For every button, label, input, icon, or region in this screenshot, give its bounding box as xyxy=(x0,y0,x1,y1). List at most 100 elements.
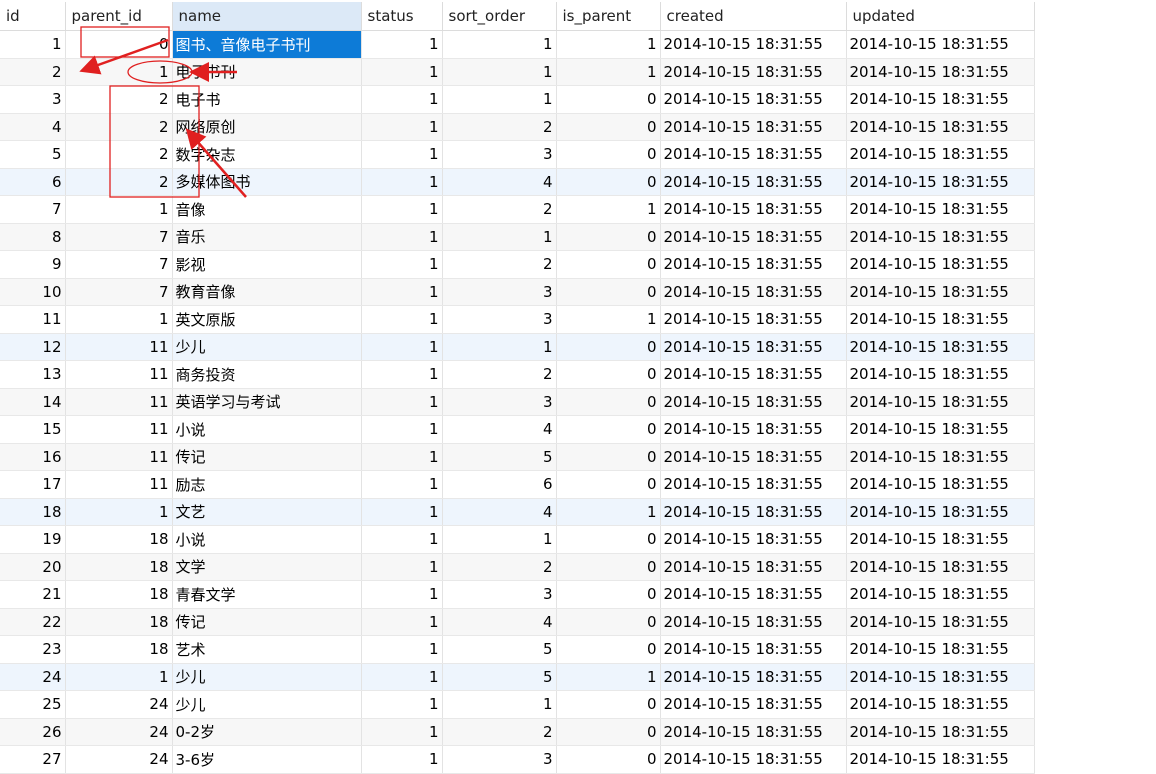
cell-name[interactable]: 文艺 xyxy=(172,498,362,526)
table-row[interactable]: 21 18 青春文学 1 3 0 2014-10-15 18:31:55 2014-10-15… xyxy=(0,580,1035,609)
column-header-sort-order[interactable]: sort_order xyxy=(442,2,557,31)
table-row[interactable]: 23 18 艺术 1 5 0 2014-10-15 18:31:55 2014-10-15 1… xyxy=(0,635,1035,664)
cell-updated[interactable]: 2014-10-15 18:31:55 xyxy=(846,388,1035,416)
cell-name[interactable]: 图书、音像电子书刊 xyxy=(172,30,362,59)
cell-created[interactable]: 2014-10-15 18:31:55 xyxy=(660,388,847,416)
cell-parent-id[interactable]: 18 xyxy=(65,525,173,554)
cell-updated[interactable]: 2014-10-15 18:31:55 xyxy=(846,553,1035,581)
cell-sort-order[interactable]: 3 xyxy=(442,305,557,334)
cell-sort-order[interactable]: 1 xyxy=(442,85,557,114)
cell-created[interactable]: 2014-10-15 18:31:55 xyxy=(660,470,847,499)
table-row[interactable]: 7 1 音像 1 2 1 2014-10-15 18:31:55 2014-10-15 18:… xyxy=(0,195,1035,224)
cell-is-parent[interactable]: 0 xyxy=(556,415,661,444)
cell-status[interactable]: 1 xyxy=(361,360,443,389)
cell-parent-id[interactable]: 11 xyxy=(65,388,173,416)
cell-parent-id[interactable]: 11 xyxy=(65,470,173,499)
cell-name[interactable]: 影视 xyxy=(172,250,362,279)
cell-created[interactable]: 2014-10-15 18:31:55 xyxy=(660,223,847,251)
cell-status[interactable]: 1 xyxy=(361,168,443,196)
cell-updated[interactable]: 2014-10-15 18:31:55 xyxy=(846,443,1035,471)
cell-updated[interactable]: 2014-10-15 18:31:55 xyxy=(846,333,1035,361)
cell-status[interactable]: 1 xyxy=(361,388,443,416)
cell-id[interactable]: 11 xyxy=(0,305,66,334)
cell-is-parent[interactable]: 0 xyxy=(556,223,661,251)
cell-created[interactable]: 2014-10-15 18:31:55 xyxy=(660,663,847,691)
cell-parent-id[interactable]: 24 xyxy=(65,718,173,746)
cell-status[interactable]: 1 xyxy=(361,278,443,306)
cell-sort-order[interactable]: 1 xyxy=(442,30,557,59)
cell-name[interactable]: 励志 xyxy=(172,470,362,499)
cell-sort-order[interactable]: 6 xyxy=(442,470,557,499)
cell-status[interactable]: 1 xyxy=(361,635,443,664)
cell-is-parent[interactable]: 0 xyxy=(556,470,661,499)
cell-updated[interactable]: 2014-10-15 18:31:55 xyxy=(846,223,1035,251)
cell-updated[interactable]: 2014-10-15 18:31:55 xyxy=(846,85,1035,114)
cell-status[interactable]: 1 xyxy=(361,85,443,114)
cell-status[interactable]: 1 xyxy=(361,690,443,719)
table-row[interactable]: 8 7 音乐 1 1 0 2014-10-15 18:31:55 2014-10-15 18:… xyxy=(0,223,1035,251)
cell-name[interactable]: 传记 xyxy=(172,443,362,471)
cell-is-parent[interactable]: 0 xyxy=(556,525,661,554)
column-header-name[interactable]: name xyxy=(172,2,362,31)
cell-name[interactable]: 小说 xyxy=(172,525,362,554)
cell-updated[interactable]: 2014-10-15 18:31:55 xyxy=(846,690,1035,719)
cell-parent-id[interactable]: 7 xyxy=(65,223,173,251)
cell-is-parent[interactable]: 0 xyxy=(556,113,661,141)
cell-status[interactable]: 1 xyxy=(361,305,443,334)
cell-id[interactable]: 22 xyxy=(0,608,66,636)
cell-sort-order[interactable]: 4 xyxy=(442,498,557,526)
cell-name[interactable]: 商务投资 xyxy=(172,360,362,389)
cell-parent-id[interactable]: 24 xyxy=(65,745,173,774)
cell-is-parent[interactable]: 0 xyxy=(556,690,661,719)
cell-is-parent[interactable]: 1 xyxy=(556,30,661,59)
cell-id[interactable]: 10 xyxy=(0,278,66,306)
cell-parent-id[interactable]: 1 xyxy=(65,195,173,224)
cell-name[interactable]: 电子书刊 xyxy=(172,58,362,86)
table-row[interactable]: 20 18 文学 1 2 0 2014-10-15 18:31:55 2014-10-15 1… xyxy=(0,553,1035,581)
cell-is-parent[interactable]: 1 xyxy=(556,195,661,224)
cell-sort-order[interactable]: 2 xyxy=(442,360,557,389)
cell-sort-order[interactable]: 4 xyxy=(442,168,557,196)
table-row[interactable]: 6 2 多媒体图书 1 4 0 2014-10-15 18:31:55 2014-10-15 … xyxy=(0,168,1035,196)
cell-updated[interactable]: 2014-10-15 18:31:55 xyxy=(846,278,1035,306)
cell-id[interactable]: 21 xyxy=(0,580,66,609)
cell-sort-order[interactable]: 3 xyxy=(442,388,557,416)
cell-updated[interactable]: 2014-10-15 18:31:55 xyxy=(846,470,1035,499)
cell-sort-order[interactable]: 1 xyxy=(442,333,557,361)
cell-sort-order[interactable]: 3 xyxy=(442,745,557,774)
cell-is-parent[interactable]: 0 xyxy=(556,168,661,196)
cell-sort-order[interactable]: 3 xyxy=(442,140,557,169)
cell-updated[interactable]: 2014-10-15 18:31:55 xyxy=(846,140,1035,169)
cell-name[interactable]: 少儿 xyxy=(172,690,362,719)
cell-is-parent[interactable]: 1 xyxy=(556,498,661,526)
cell-parent-id[interactable]: 18 xyxy=(65,580,173,609)
cell-sort-order[interactable]: 1 xyxy=(442,58,557,86)
cell-id[interactable]: 15 xyxy=(0,415,66,444)
cell-name[interactable]: 少儿 xyxy=(172,333,362,361)
cell-id[interactable]: 6 xyxy=(0,168,66,196)
cell-created[interactable]: 2014-10-15 18:31:55 xyxy=(660,113,847,141)
cell-name[interactable]: 0-2岁 xyxy=(172,718,362,746)
cell-is-parent[interactable]: 0 xyxy=(556,745,661,774)
cell-is-parent[interactable]: 0 xyxy=(556,140,661,169)
cell-id[interactable]: 13 xyxy=(0,360,66,389)
cell-parent-id[interactable]: 2 xyxy=(65,140,173,169)
cell-updated[interactable]: 2014-10-15 18:31:55 xyxy=(846,663,1035,691)
cell-updated[interactable]: 2014-10-15 18:31:55 xyxy=(846,745,1035,774)
cell-status[interactable]: 1 xyxy=(361,553,443,581)
table-row[interactable]: 3 2 电子书 1 1 0 2014-10-15 18:31:55 2014-10-15 18… xyxy=(0,85,1035,114)
cell-created[interactable]: 2014-10-15 18:31:55 xyxy=(660,250,847,279)
cell-sort-order[interactable]: 2 xyxy=(442,718,557,746)
cell-sort-order[interactable]: 1 xyxy=(442,223,557,251)
cell-created[interactable]: 2014-10-15 18:31:55 xyxy=(660,278,847,306)
cell-created[interactable]: 2014-10-15 18:31:55 xyxy=(660,30,847,59)
cell-name[interactable]: 音乐 xyxy=(172,223,362,251)
cell-updated[interactable]: 2014-10-15 18:31:55 xyxy=(846,580,1035,609)
cell-name[interactable]: 多媒体图书 xyxy=(172,168,362,196)
cell-status[interactable]: 1 xyxy=(361,140,443,169)
cell-updated[interactable]: 2014-10-15 18:31:55 xyxy=(846,113,1035,141)
cell-parent-id[interactable]: 2 xyxy=(65,168,173,196)
table-row[interactable]: 22 18 传记 1 4 0 2014-10-15 18:31:55 2014-10-15 1… xyxy=(0,608,1035,636)
cell-status[interactable]: 1 xyxy=(361,498,443,526)
cell-is-parent[interactable]: 0 xyxy=(556,360,661,389)
